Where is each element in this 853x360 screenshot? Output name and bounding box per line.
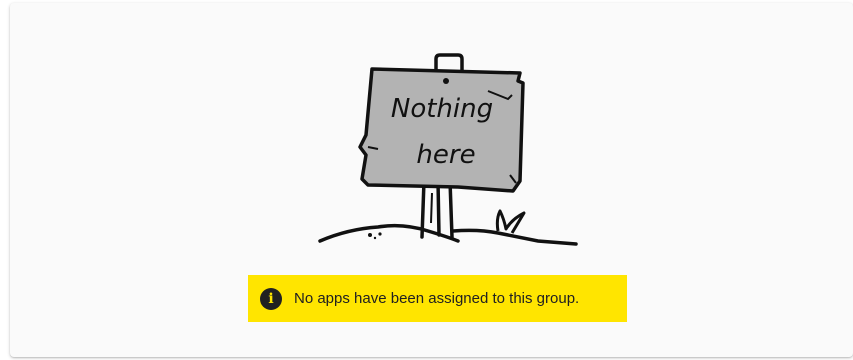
empty-state-notice: i No apps have been assigned to this gro… — [248, 275, 627, 322]
sign-text-line2: here — [416, 140, 475, 170]
empty-state-card: Nothing here i No apps have been assigne… — [10, 3, 853, 357]
nothing-here-sign-illustration: Nothing here — [308, 51, 588, 251]
info-icon: i — [260, 287, 282, 310]
sign-text-line1: Nothing — [391, 94, 493, 124]
empty-state-message: No apps have been assigned to this group… — [294, 290, 580, 307]
